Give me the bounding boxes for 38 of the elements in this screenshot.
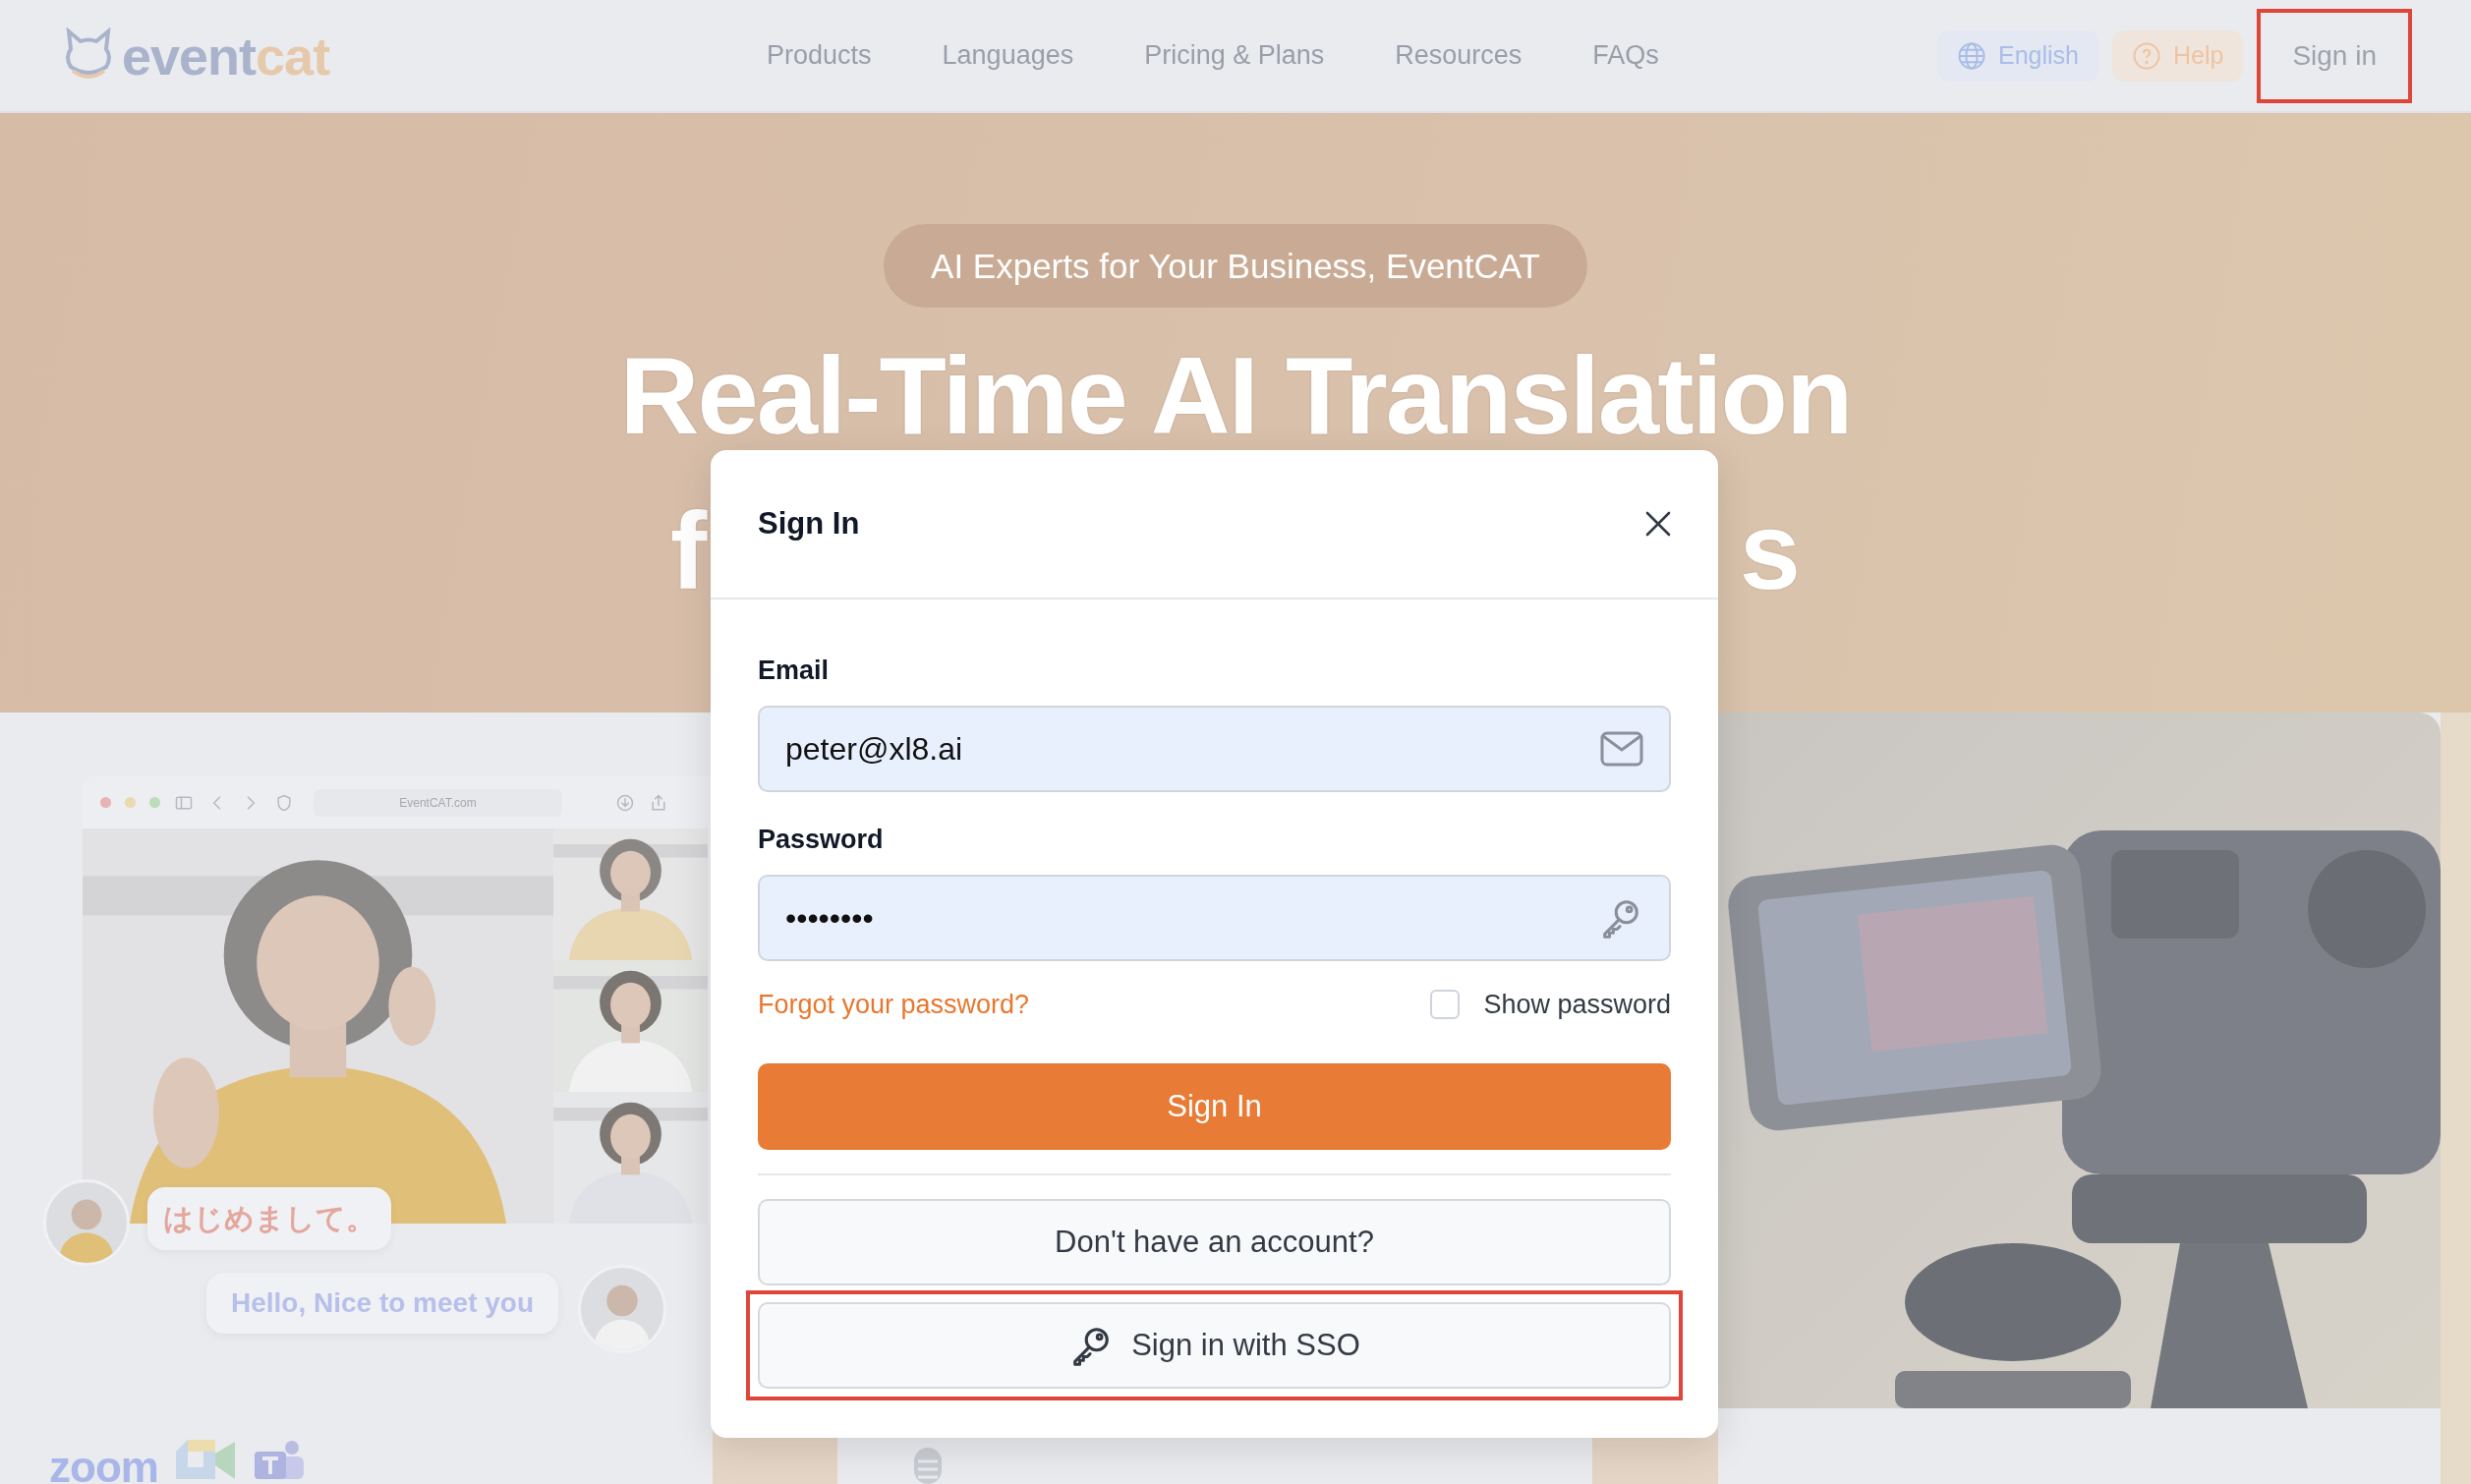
share-icon[interactable] <box>649 792 668 813</box>
nav-link[interactable]: Pricing & Plans <box>1144 40 1325 71</box>
zoom-logo: zoom <box>49 1446 158 1484</box>
teams-icon <box>254 1440 306 1479</box>
nav-link[interactable]: Products <box>767 40 872 71</box>
sign-up-button[interactable]: Don't have an account? <box>758 1199 1671 1285</box>
help-button[interactable]: Help <box>2111 29 2244 82</box>
sign-in-link[interactable]: Sign in <box>2257 8 2412 103</box>
close-icon[interactable] <box>1645 511 1671 537</box>
dialog-title: Sign In <box>758 506 860 542</box>
language-button[interactable]: English <box>1936 29 2098 82</box>
video-camera-icon <box>175 1440 237 1479</box>
hero-title-fragment: f <box>670 496 708 606</box>
chat-bubble: Hello, Nice to meet you <box>206 1273 558 1334</box>
nav-link[interactable]: Languages <box>942 40 1074 71</box>
field-label: Email <box>758 655 831 686</box>
sign-in-button[interactable]: Sign In <box>758 1063 1671 1150</box>
forgot-password-link[interactable]: Forgot your password? <box>758 989 1030 1020</box>
password-field[interactable]: •••••••• <box>758 875 1671 961</box>
url-text: EventCAT.com <box>399 795 477 810</box>
checkbox-label: Show password <box>1483 989 1671 1020</box>
mail-icon <box>1600 731 1643 767</box>
nav-link[interactable]: FAQs <box>1592 40 1659 71</box>
shield-icon[interactable] <box>274 792 294 813</box>
download-icon[interactable] <box>615 792 635 813</box>
sso-button[interactable]: Sign in with SSO <box>758 1302 1671 1389</box>
globe-icon <box>1956 40 1986 71</box>
hero-title-fragment: s <box>1739 496 1801 606</box>
question-icon <box>2131 40 2161 71</box>
window-controls-icon <box>100 797 160 808</box>
tagline-badge: AI Experts for Your Business, EventCAT <box>884 224 1587 308</box>
nav-link[interactable]: Resources <box>1395 40 1523 71</box>
email-field[interactable]: peter@xl8.ai <box>758 706 1671 792</box>
logo-text[interactable]: eventcat <box>122 25 330 86</box>
address-bar[interactable]: EventCAT.com <box>314 788 562 817</box>
hero-title: Real-Time AI Translation <box>619 341 1852 451</box>
checkbox[interactable] <box>1430 990 1461 1019</box>
field-label: Password <box>758 824 885 855</box>
